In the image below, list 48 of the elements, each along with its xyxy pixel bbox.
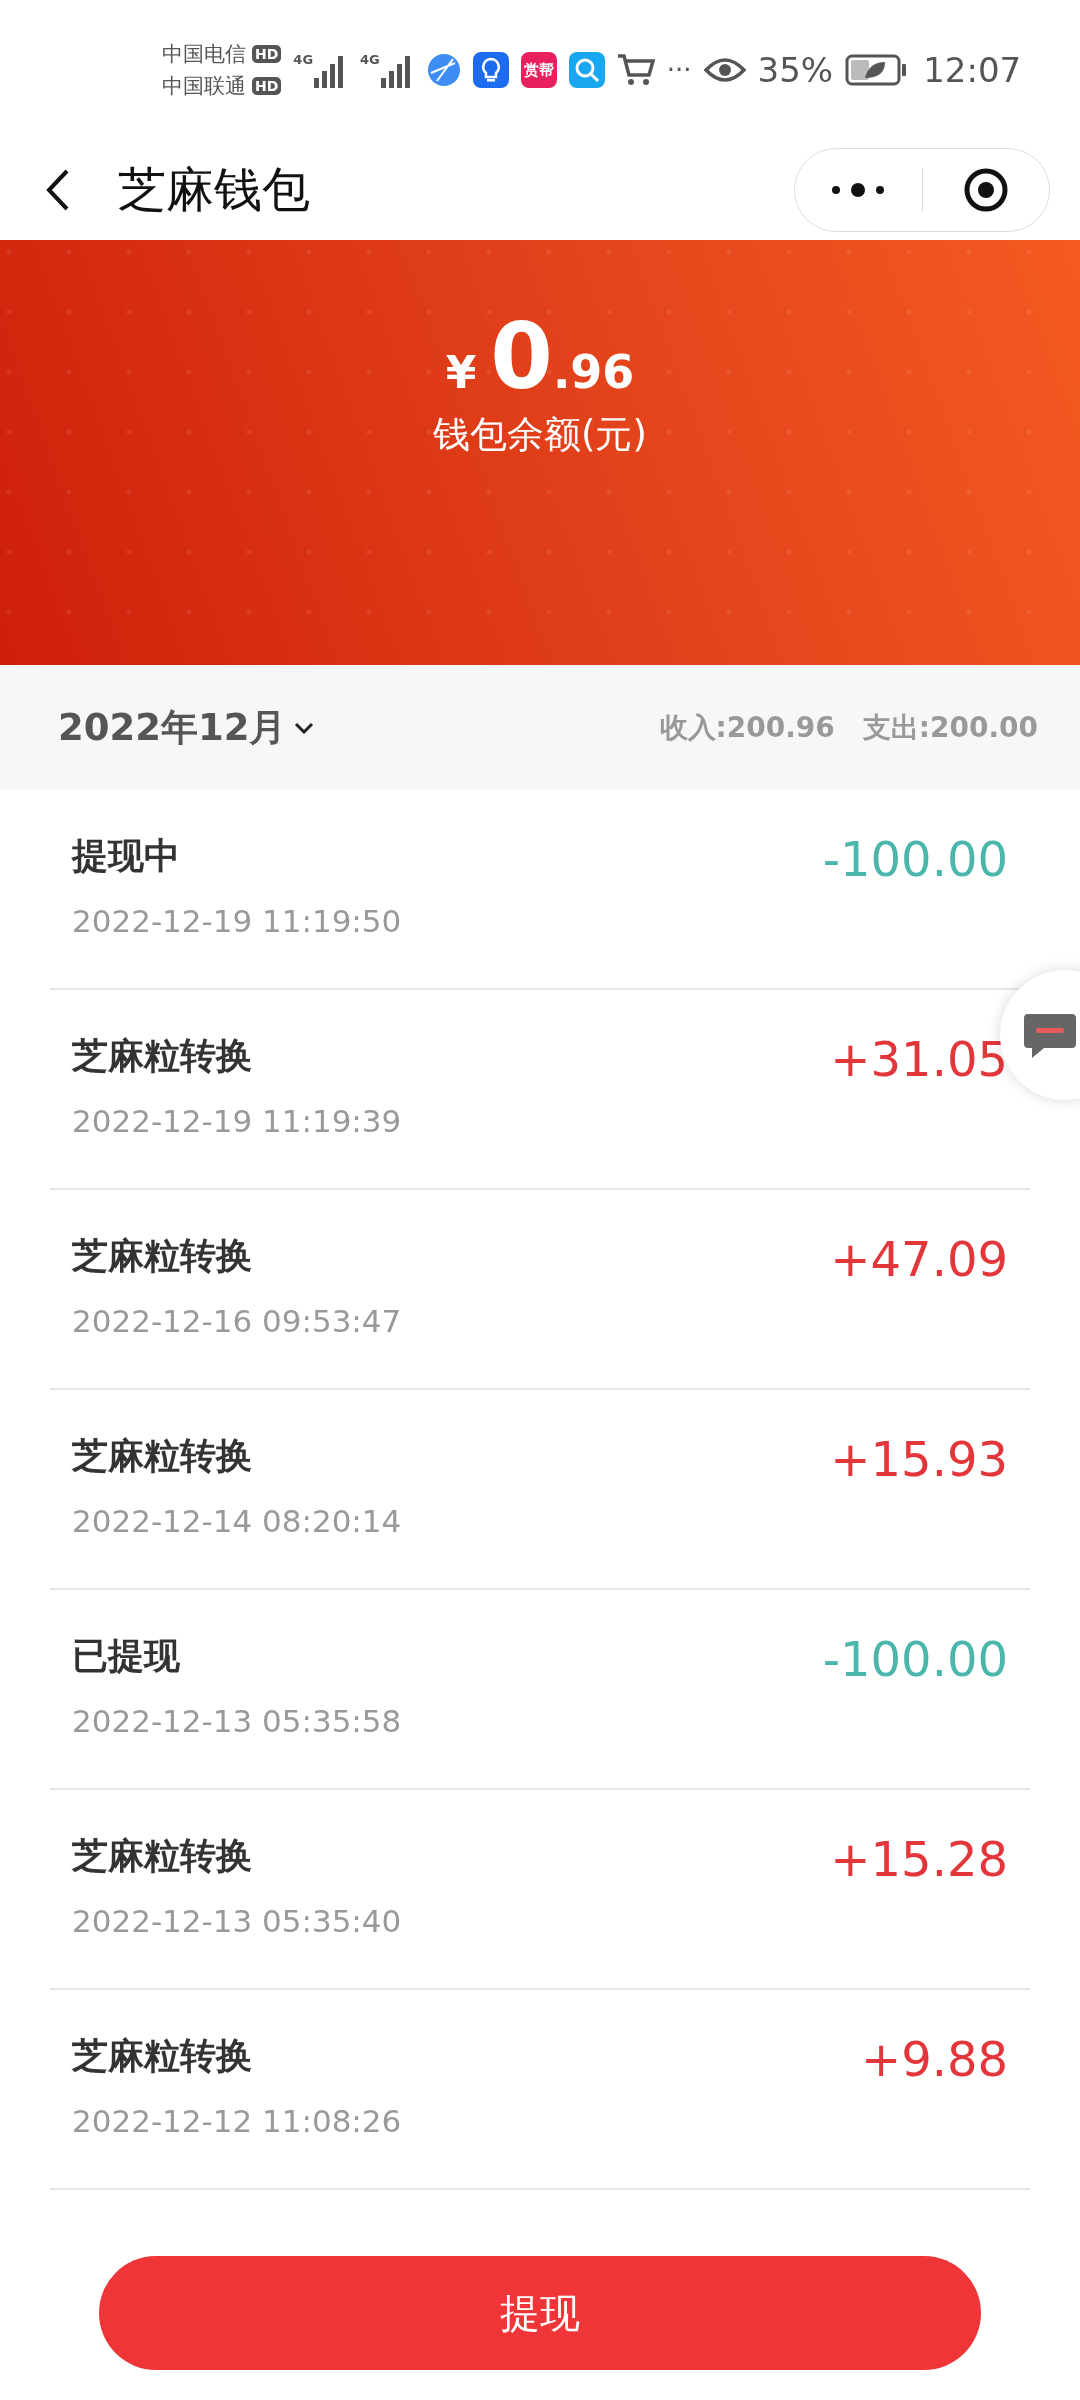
eye-icon (703, 56, 746, 84)
transaction-time: 2022-12-16 09:53:47 (72, 1302, 402, 1339)
back-icon (46, 169, 70, 211)
app-icon: 赏帮 (520, 52, 557, 88)
cart-icon (616, 53, 655, 87)
transaction-amount: -100.00 (822, 831, 1008, 887)
transaction-amount: +9.88 (860, 2031, 1008, 2087)
transaction-title: 芝麻粒转换 (72, 2033, 253, 2078)
page-title: 芝麻钱包 (118, 160, 311, 219)
transaction-time: 2022-12-13 05:35:40 (72, 1902, 402, 1939)
hd-badge: HD (252, 77, 282, 95)
carrier-name: 中国电信 (162, 41, 246, 68)
clock-time: 12:07 (923, 50, 1022, 90)
transaction-title: 提现中 (72, 833, 181, 878)
chevron-down-icon (294, 721, 315, 734)
transaction-time: 2022-12-12 11:08:26 (72, 2102, 402, 2139)
transaction-amount: -100.00 (822, 1631, 1008, 1687)
withdraw-button[interactable]: 提现 (99, 2256, 981, 2370)
hd-badge: HD (252, 45, 282, 63)
transaction-time: 2022-12-19 11:19:50 (72, 902, 402, 939)
lightbulb-icon (472, 52, 509, 88)
network-label: 4G (293, 52, 314, 67)
transaction-title: 芝麻粒转换 (72, 1233, 253, 1278)
battery-icon (845, 54, 908, 86)
more-icon (831, 183, 886, 197)
network-label: 4G (360, 52, 380, 67)
expense-total: 支出:200.00 (862, 709, 1038, 746)
transaction-amount: +47.09 (830, 1231, 1008, 1287)
transaction-amount: +15.28 (830, 1831, 1008, 1887)
transaction-title: 芝麻粒转换 (72, 1833, 253, 1878)
month-picker[interactable]: 2022年12月 (58, 702, 315, 753)
balance-label: 钱包余额(元) (433, 412, 647, 458)
transaction-title: 芝麻粒转换 (72, 1433, 253, 1478)
transaction-time: 2022-12-13 05:35:58 (72, 1702, 402, 1739)
transaction-title: 芝麻粒转换 (72, 1033, 253, 1078)
transaction-time: 2022-12-19 11:19:39 (72, 1102, 402, 1139)
transaction-title: 已提现 (72, 1633, 181, 1678)
overflow-dots: ··· (666, 55, 692, 85)
globe-icon (426, 53, 461, 87)
transaction-amount: +31.05 (830, 1031, 1008, 1087)
balance-amount: ¥0.96 (445, 312, 635, 402)
search-icon (568, 52, 605, 88)
battery-percent: 35% (757, 50, 834, 90)
income-total: 收入:200.96 (659, 709, 835, 746)
target-icon (962, 167, 1009, 213)
carrier-name: 中国联通 (162, 73, 246, 100)
transaction-amount: +15.93 (830, 1431, 1008, 1487)
transaction-time: 2022-12-14 08:20:14 (72, 1502, 402, 1539)
